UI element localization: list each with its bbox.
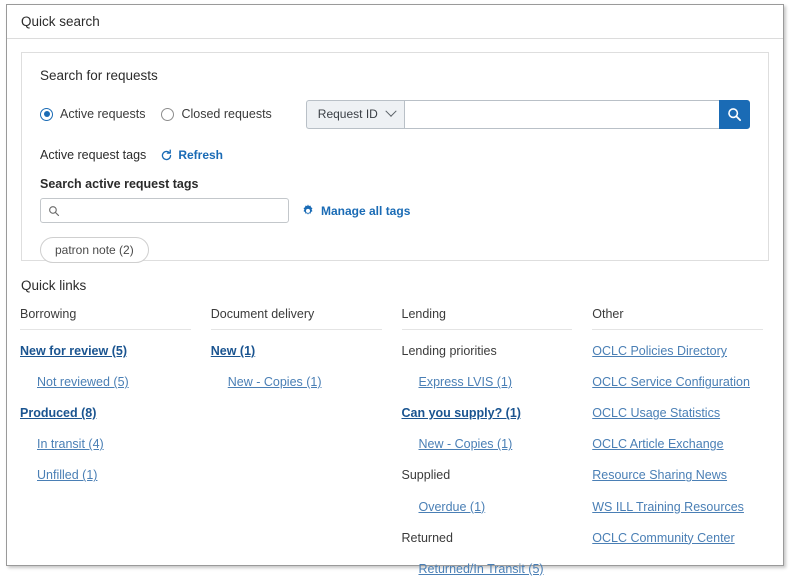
list-item: New for review (5) — [20, 340, 191, 361]
quick-search-window: Quick search Search for requests Active … — [6, 4, 784, 576]
search-icon — [728, 107, 742, 121]
active-request-tags-row: Active request tags Refresh — [40, 148, 750, 162]
search-controls-row: Active requests Closed requests Request … — [40, 99, 750, 129]
list-item: Returned/In Transit (5) — [402, 558, 573, 579]
tag-search-input[interactable] — [65, 202, 281, 219]
list-item: OCLC Usage Statistics — [592, 402, 763, 423]
list-item: New - Copies (1) — [211, 371, 382, 392]
quick-link[interactable]: OCLC Usage Statistics — [592, 406, 720, 420]
list-item: OCLC Article Exchange — [592, 433, 763, 454]
quick-link[interactable]: Unfilled (1) — [37, 468, 97, 482]
quick-links-column-other: Other OCLC Policies Directory OCLC Servi… — [592, 307, 763, 579]
quick-link[interactable]: OCLC Article Exchange — [592, 437, 723, 451]
list-item: Produced (8) — [20, 402, 191, 423]
quick-link[interactable]: Express LVIS (1) — [419, 375, 513, 389]
tag-search-row: Manage all tags — [40, 198, 750, 223]
radio-closed-requests-label: Closed requests — [181, 107, 272, 121]
link-list: New (1) New - Copies (1) — [211, 340, 382, 392]
tag-search-label: Search active request tags — [40, 177, 199, 191]
list-item: OCLC Community Center — [592, 527, 763, 548]
link-list: New for review (5) Not reviewed (5) Prod… — [20, 340, 191, 486]
quick-links-column-lending: Lending Lending priorities Express LVIS … — [401, 307, 573, 579]
list-item: New - Copies (1) — [402, 433, 573, 454]
quick-link[interactable]: Produced (8) — [20, 406, 96, 420]
list-item: Overdue (1) — [402, 496, 573, 517]
list-item: Returned — [402, 527, 573, 548]
quick-link[interactable]: OCLC Service Configuration — [592, 375, 750, 389]
tag-chip-list: patron note (2) — [40, 237, 750, 263]
list-item: Express LVIS (1) — [402, 371, 573, 392]
group-label: Returned — [401, 530, 453, 545]
manage-all-tags-label: Manage all tags — [321, 203, 411, 218]
list-item: OCLC Policies Directory — [592, 340, 763, 361]
quick-link[interactable]: New - Copies (1) — [419, 437, 513, 451]
column-heading: Other — [592, 307, 763, 330]
quick-links-columns: Borrowing New for review (5) Not reviewe… — [20, 307, 783, 579]
radio-active-requests-indicator[interactable] — [40, 107, 53, 121]
radio-closed-requests-indicator[interactable] — [161, 107, 175, 121]
list-item: Resource Sharing News — [592, 464, 763, 485]
list-item: Unfilled (1) — [20, 464, 191, 485]
search-scope-select[interactable]: Request ID — [305, 99, 404, 129]
chevron-down-icon — [385, 105, 397, 117]
quick-links-column-borrowing: Borrowing New for review (5) Not reviewe… — [20, 307, 191, 579]
radio-closed-requests[interactable]: Closed requests — [161, 107, 272, 121]
quick-link[interactable]: WS ILL Training Resources — [592, 500, 744, 514]
quick-links-column-document-delivery: Document delivery New (1) New - Copies (… — [210, 307, 382, 579]
search-submit-button[interactable] — [719, 99, 750, 129]
quick-link[interactable]: New for review (5) — [20, 344, 127, 358]
manage-all-tags-button[interactable]: Manage all tags — [301, 204, 410, 218]
column-heading: Document delivery — [210, 307, 382, 330]
refresh-tags-label: Refresh — [178, 148, 223, 162]
quick-links-title: Quick links — [21, 278, 87, 293]
link-list: OCLC Policies Directory OCLC Service Con… — [592, 340, 763, 548]
search-card-heading: Search for requests — [40, 68, 158, 83]
column-heading: Borrowing — [20, 307, 191, 330]
group-label: Supplied — [401, 468, 451, 483]
window-header: Quick search — [7, 5, 783, 39]
quick-link[interactable]: Overdue (1) — [419, 500, 486, 514]
group-label: Lending priorities — [401, 344, 497, 358]
search-input-group: Request ID — [305, 99, 750, 129]
list-item: Lending priorities — [402, 340, 573, 361]
quick-link[interactable]: Resource Sharing News — [592, 468, 727, 482]
radio-active-requests[interactable]: Active requests — [40, 107, 145, 121]
list-item: Not reviewed (5) — [20, 371, 191, 392]
quick-link[interactable]: Returned/In Transit (5) — [419, 562, 544, 576]
radio-active-requests-label: Active requests — [60, 107, 146, 121]
active-request-tags-title: Active request tags — [40, 148, 147, 162]
refresh-tags-button[interactable]: Refresh — [160, 148, 223, 162]
quick-link[interactable]: OCLC Policies Directory — [592, 344, 727, 358]
quick-link[interactable]: New (1) — [211, 344, 255, 358]
link-list: Lending priorities Express LVIS (1) Can … — [402, 340, 573, 579]
list-item: In transit (4) — [20, 433, 191, 454]
quick-link[interactable]: OCLC Community Center — [592, 531, 734, 545]
quick-link[interactable]: Not reviewed (5) — [37, 375, 129, 389]
search-icon — [49, 205, 60, 216]
search-input[interactable] — [403, 99, 719, 129]
list-item: WS ILL Training Resources — [592, 496, 763, 517]
search-for-requests-card: Search for requests Active requests Clos… — [21, 52, 769, 263]
column-heading: Lending — [401, 307, 573, 330]
quick-link[interactable]: Can you supply? (1) — [402, 406, 521, 420]
tag-chip[interactable]: patron note (2) — [40, 237, 149, 263]
refresh-icon — [162, 148, 172, 160]
tag-search-field[interactable] — [40, 198, 289, 223]
list-item: Can you supply? (1) — [402, 402, 573, 423]
list-item: New (1) — [211, 340, 382, 361]
gear-icon — [303, 204, 313, 215]
search-scope-value: Request ID — [317, 107, 378, 121]
list-item: Supplied — [402, 464, 573, 485]
list-item: OCLC Service Configuration — [592, 371, 763, 392]
quick-link[interactable]: In transit (4) — [37, 437, 104, 451]
page-title: Quick search — [21, 14, 100, 29]
quick-link[interactable]: New - Copies (1) — [228, 375, 322, 389]
